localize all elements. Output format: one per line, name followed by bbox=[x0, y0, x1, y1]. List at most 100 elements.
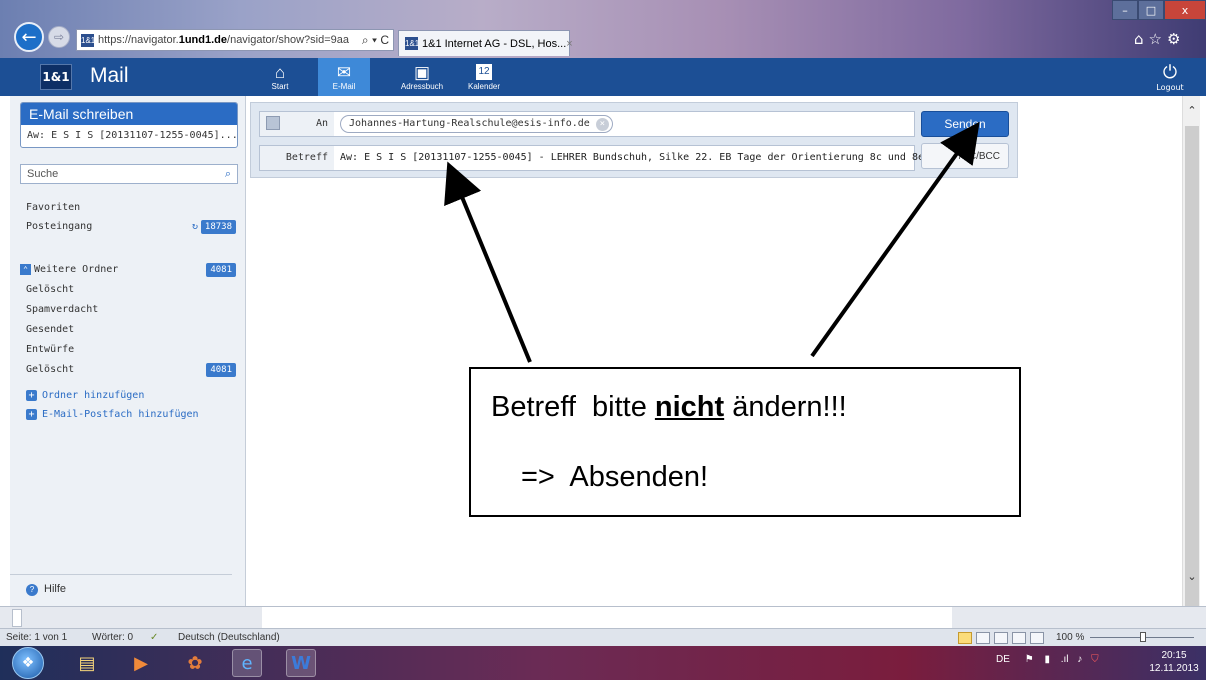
word-icon[interactable]: W bbox=[286, 649, 316, 677]
collapse-icon[interactable]: ⌃ bbox=[20, 264, 31, 275]
nav-start[interactable]: ⌂ Start bbox=[254, 58, 306, 96]
network-icon[interactable]: .ıl bbox=[1061, 654, 1069, 665]
language[interactable]: Deutsch (Deutschland) bbox=[178, 629, 280, 647]
action-center-flag-icon[interactable]: ⚑ bbox=[1025, 654, 1034, 665]
power-icon: ⏻ bbox=[1162, 61, 1178, 83]
paint-icon[interactable]: ✿ bbox=[180, 649, 210, 677]
compose-title[interactable]: E-Mail schreiben bbox=[21, 103, 237, 125]
internet-explorer-icon[interactable]: e bbox=[232, 649, 262, 677]
recipient-chip[interactable]: Johannes-Hartung-Realschule@esis-info.de… bbox=[340, 115, 613, 133]
start-button[interactable]: ❖ bbox=[12, 647, 44, 679]
forward-button[interactable]: ⇨ bbox=[48, 26, 70, 48]
subject-value[interactable]: Aw: E S I S [20131107-1255-0045] - LEHRE… bbox=[340, 146, 948, 170]
sidebar-item-label: Gelöscht bbox=[26, 364, 75, 375]
maximize-button[interactable]: □ bbox=[1138, 0, 1164, 20]
battery-icon[interactable]: ▮ bbox=[1044, 654, 1050, 665]
taskbar-clock[interactable]: 20:15 12.11.2013 bbox=[1146, 649, 1202, 675]
tab-close-icon[interactable]: × bbox=[566, 38, 572, 50]
send-button[interactable]: Senden bbox=[921, 111, 1009, 137]
media-player-icon[interactable]: ▶ bbox=[126, 649, 156, 677]
scroll-down-icon[interactable]: ⌄ bbox=[1185, 570, 1199, 586]
recipient-address: Johannes-Hartung-Realschule@esis-info.de bbox=[349, 118, 590, 129]
reading-view-icon[interactable] bbox=[976, 632, 990, 644]
nav-email[interactable]: ✉ E-Mail bbox=[318, 58, 370, 96]
to-field[interactable]: An Johannes-Hartung-Realschule@esis-info… bbox=[259, 111, 915, 137]
help-link[interactable]: ? Hilfe bbox=[10, 574, 232, 596]
outline-view-icon[interactable] bbox=[1012, 632, 1026, 644]
zoom-slider-knob[interactable] bbox=[1140, 632, 1146, 642]
address-bar[interactable]: 1&1 https://navigator. 1und1.de/navigator… bbox=[76, 29, 394, 51]
sidebar-item-posteingang[interactable]: Posteingang ↻ 18738 bbox=[26, 219, 236, 235]
compose-draft-subject[interactable]: Aw: E S I S [20131107-1255-0045]... bbox=[21, 125, 237, 147]
scrollbar-thumb[interactable] bbox=[1185, 126, 1199, 618]
sidebar-item-label: Gesendet bbox=[26, 324, 75, 335]
draft-view-icon[interactable] bbox=[1030, 632, 1044, 644]
sidebar-item-spamverdacht[interactable]: Spamverdacht bbox=[26, 302, 236, 318]
tab-favicon-icon: 1&1 bbox=[405, 37, 420, 50]
windows-logo-icon: ❖ bbox=[21, 655, 35, 671]
folder-count-badge: 4081 bbox=[206, 263, 236, 277]
compose-area: An Johannes-Hartung-Realschule@esis-info… bbox=[246, 96, 1182, 606]
contact-icon[interactable] bbox=[266, 116, 280, 130]
address-tools-icon[interactable]: ⌕ ▾ C bbox=[358, 33, 393, 48]
windows-taskbar: ❖ ▤ ▶ ✿ e W DE ⚑ ▮ .ıl ♪ ⛉ 20:15 12.11.2… bbox=[0, 646, 1206, 680]
scroll-up-icon[interactable]: ⌃ bbox=[1185, 104, 1199, 120]
remove-recipient-icon[interactable]: × bbox=[595, 118, 609, 131]
explorer-icon[interactable]: ▤ bbox=[72, 649, 102, 677]
search-input[interactable]: Suche ⌕ bbox=[20, 164, 238, 184]
brand-logo[interactable]: 1&1 bbox=[40, 64, 72, 90]
help-icon: ? bbox=[26, 584, 38, 596]
cc-bcc-button[interactable]: /CC/BCC bbox=[921, 143, 1009, 169]
section-label: Weitere Ordner bbox=[34, 264, 119, 275]
nav-calendar-label: Kalender bbox=[467, 81, 501, 91]
window-controls: – □ x bbox=[1112, 0, 1206, 20]
vertical-scrollbar[interactable]: ⌃ ⌄ bbox=[1182, 96, 1200, 618]
zoom-slider[interactable] bbox=[1090, 632, 1194, 642]
zoom-level[interactable]: 100 % bbox=[1056, 629, 1084, 647]
minimize-button[interactable]: – bbox=[1112, 0, 1138, 20]
add-folder-link[interactable]: + Ordner hinzufügen bbox=[26, 388, 236, 404]
sidebar-section-weitere-ordner[interactable]: ⌃ Weitere Ordner 4081 bbox=[20, 262, 236, 278]
print-layout-view-icon[interactable] bbox=[958, 632, 972, 644]
web-layout-view-icon[interactable] bbox=[994, 632, 1008, 644]
nav-addressbook[interactable]: ▣ Adressbuch bbox=[396, 58, 448, 96]
sidebar-item-label: Posteingang bbox=[26, 221, 93, 232]
volume-icon[interactable]: ♪ bbox=[1077, 654, 1082, 665]
plus-icon: + bbox=[26, 409, 37, 420]
document-page[interactable] bbox=[262, 607, 952, 629]
refresh-icon[interactable]: ↻ bbox=[192, 219, 198, 235]
callout-line-2: => Absenden! bbox=[521, 461, 709, 493]
compose-box[interactable]: E-Mail schreiben Aw: E S I S [20131107-1… bbox=[20, 102, 238, 148]
addressbook-icon: ▣ bbox=[413, 63, 431, 82]
view-buttons bbox=[958, 631, 1044, 645]
page-count[interactable]: Seite: 1 von 1 bbox=[6, 629, 67, 647]
sidebar-item-geloescht[interactable]: Gelöscht bbox=[26, 282, 236, 298]
search-placeholder: Suche bbox=[27, 168, 59, 180]
callout-line1-bold: nicht bbox=[654, 391, 725, 423]
sidebar-item-geloescht-2[interactable]: Gelöscht 4081 bbox=[26, 362, 236, 378]
home-star-gear-icon[interactable]: ⌂☆⚙ bbox=[1134, 30, 1185, 48]
clock-date: 12.11.2013 bbox=[1149, 663, 1199, 674]
back-button[interactable]: ← bbox=[14, 22, 44, 52]
close-window-button[interactable]: x bbox=[1164, 0, 1206, 20]
sidebar-item-entwuerfe[interactable]: Entwürfe bbox=[26, 342, 236, 358]
sidebar-item-favoriten[interactable]: Favoriten bbox=[26, 200, 236, 216]
sidebar-item-label: Spamverdacht bbox=[26, 304, 99, 315]
nav-calendar[interactable]: 12 Kalender bbox=[458, 58, 510, 96]
browser-tab[interactable]: 1&1 1&1 Internet AG - DSL, Hos... × bbox=[398, 30, 573, 56]
input-language[interactable]: DE bbox=[996, 654, 1010, 665]
antivirus-shield-icon[interactable]: ⛉ bbox=[1091, 654, 1099, 665]
forward-arrow-icon: ⇨ bbox=[53, 30, 65, 44]
sidebar-item-gesendet[interactable]: Gesendet bbox=[26, 322, 236, 338]
instruction-callout: Betreff bitte nicht ändern!!! => Absende… bbox=[469, 367, 1021, 517]
site-favicon-icon: 1&1 bbox=[81, 33, 96, 47]
proofing-icon[interactable]: ✓ bbox=[150, 629, 158, 647]
word-count[interactable]: Wörter: 0 bbox=[92, 629, 133, 647]
subject-field[interactable]: Betreff Aw: E S I S [20131107-1255-0045]… bbox=[259, 145, 948, 171]
logout-label: Logout bbox=[1156, 82, 1184, 92]
add-mailbox-link[interactable]: + E-Mail-Postfach hinzufügen bbox=[26, 407, 236, 423]
vertical-ruler bbox=[12, 609, 22, 627]
logout-button[interactable]: ⏻ Logout bbox=[1148, 58, 1192, 96]
search-icon[interactable]: ⌕ bbox=[225, 165, 231, 183]
word-status-bar: Seite: 1 von 1 Wörter: 0 ✓ Deutsch (Deut… bbox=[0, 628, 1206, 646]
